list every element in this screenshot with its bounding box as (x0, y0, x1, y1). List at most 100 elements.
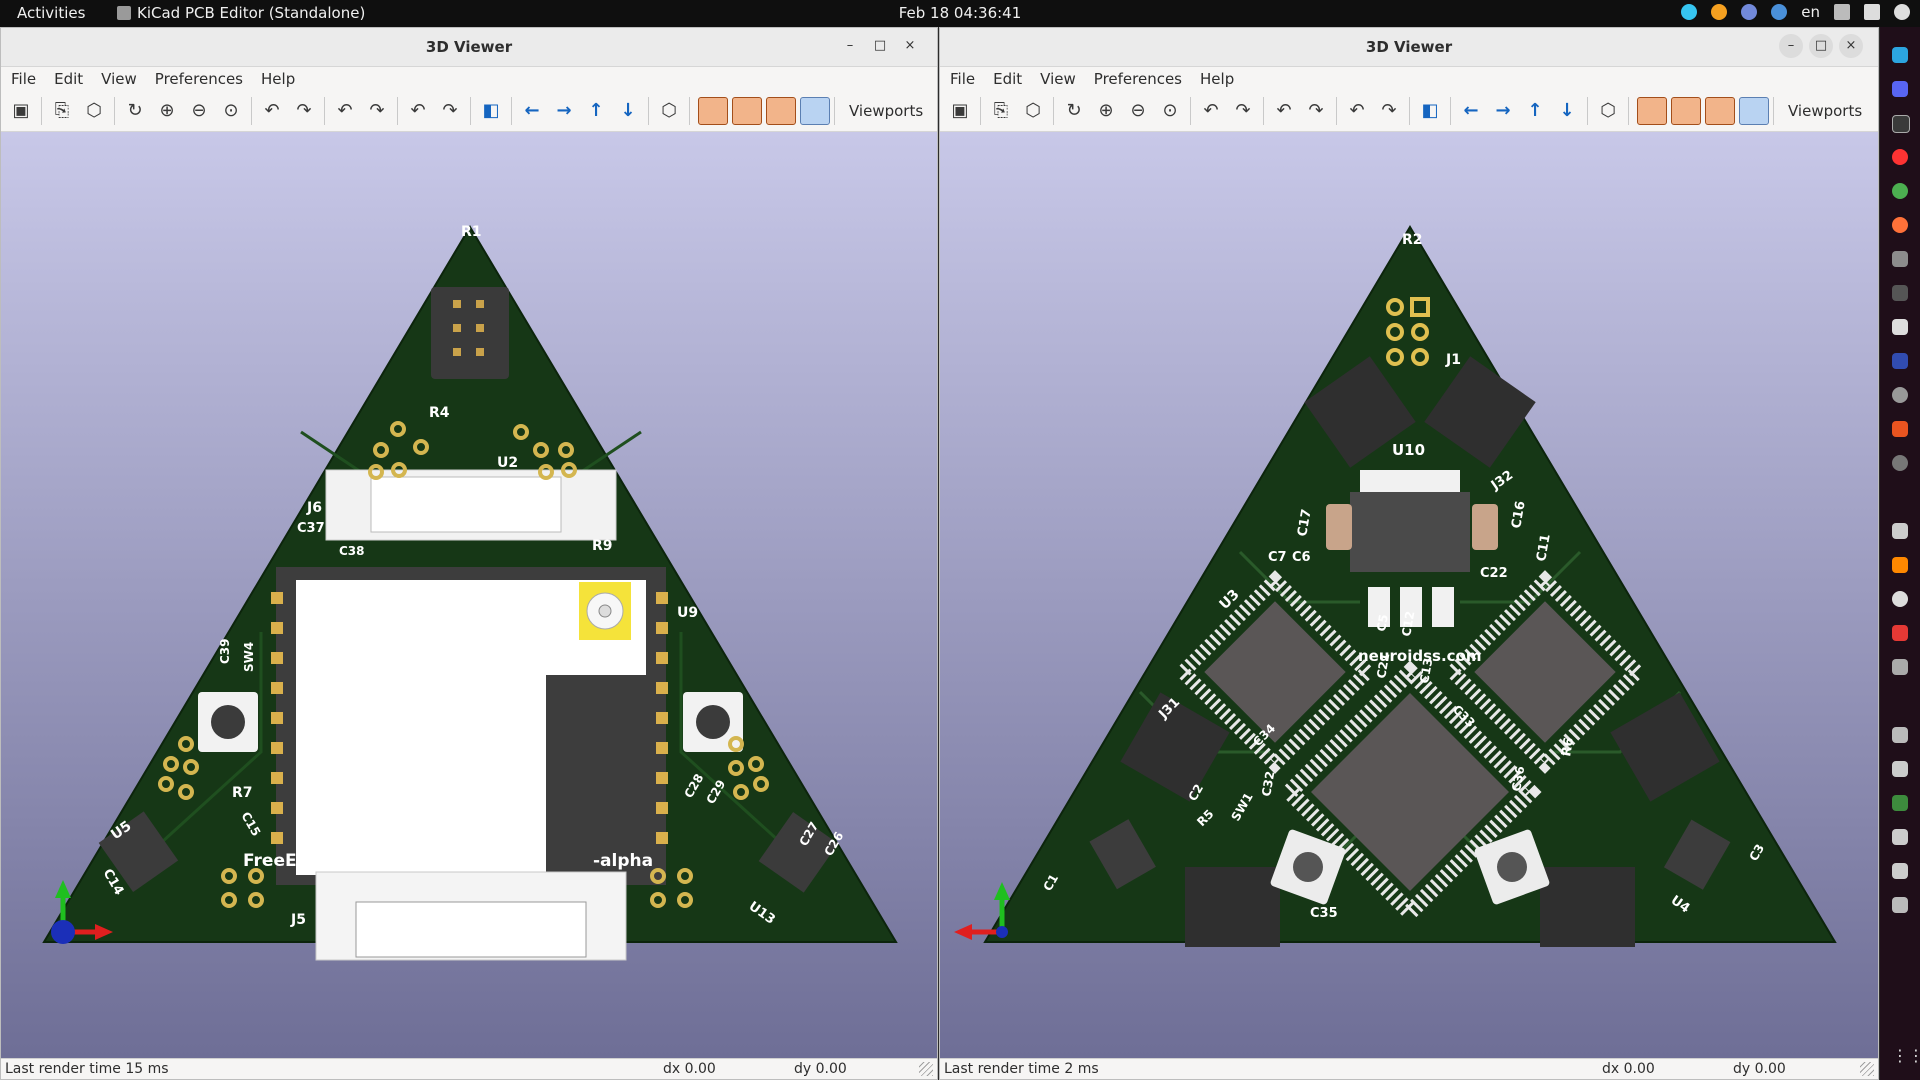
3d-canvas[interactable]: R2 J1 U10 J32 C17 C16 C11 C7 C6 C22 U3 C… (940, 132, 1878, 1060)
app-icon[interactable] (1892, 115, 1910, 133)
window-icon[interactable] (1892, 727, 1908, 743)
language-indicator[interactable]: en (1801, 3, 1820, 21)
viewer-icon[interactable] (1892, 829, 1908, 845)
maximize-button[interactable]: □ (868, 34, 892, 58)
reload-icon[interactable]: ↻ (123, 99, 147, 123)
zoom-in-icon[interactable]: ⊕ (155, 99, 179, 123)
usb-icon[interactable] (1892, 659, 1908, 675)
app-menu[interactable]: KiCad PCB Editor (Standalone) (117, 4, 365, 22)
arrow-up-icon[interactable]: ↑ (584, 99, 608, 123)
arrow-left-icon[interactable]: ← (1459, 99, 1483, 123)
disk-icon[interactable] (1892, 387, 1908, 403)
viewer-icon[interactable] (1892, 863, 1908, 879)
close-button[interactable]: × (898, 34, 922, 58)
render-smd-icon[interactable] (1671, 97, 1701, 125)
render-icon[interactable]: ▣ (9, 99, 33, 123)
zoom-fit-icon[interactable]: ⊙ (219, 99, 243, 123)
menu-file[interactable]: File (950, 70, 975, 88)
menu-view[interactable]: View (1040, 70, 1076, 88)
pcb-editor-icon[interactable] (1892, 795, 1908, 811)
app-icon[interactable] (1892, 897, 1908, 913)
menu-help[interactable]: Help (1200, 70, 1234, 88)
menu-preferences[interactable]: Preferences (155, 70, 243, 88)
render-pos-icon[interactable] (800, 97, 830, 125)
arrow-up-icon[interactable]: ↑ (1523, 99, 1547, 123)
rotate-z-ccw-icon[interactable]: ↷ (438, 99, 462, 123)
rotate-y-cw-icon[interactable]: ↶ (333, 99, 357, 123)
3d-canvas[interactable]: R1 R4 U2 J6 C37 C38 R9 U9 C39 SW4 R7 C15… (1, 132, 937, 1060)
show-apps-icon[interactable]: ⋮⋮ (1892, 1048, 1920, 1064)
flip-icon[interactable]: ◧ (479, 99, 503, 123)
board-icon[interactable]: ⬡ (1021, 99, 1045, 123)
clock[interactable]: Feb 18 04:36:41 (899, 4, 1022, 22)
menu-preferences[interactable]: Preferences (1094, 70, 1182, 88)
kicad-icon[interactable] (1892, 353, 1908, 369)
power-icon[interactable] (1894, 4, 1910, 20)
arrow-down-icon[interactable]: ↓ (616, 99, 640, 123)
arrow-down-icon[interactable]: ↓ (1555, 99, 1579, 123)
terminal-icon[interactable] (1892, 285, 1908, 301)
telegram-icon[interactable] (1892, 47, 1908, 63)
arrow-right-icon[interactable]: → (552, 99, 576, 123)
resize-grip[interactable] (1860, 1062, 1874, 1076)
maximize-button[interactable]: □ (1809, 34, 1833, 58)
render-smd-icon[interactable] (732, 97, 762, 125)
minimize-button[interactable]: – (1779, 34, 1803, 58)
software-icon[interactable] (1892, 421, 1908, 437)
flip-icon[interactable]: ◧ (1418, 99, 1442, 123)
rotate-y-cw-icon[interactable]: ↶ (1272, 99, 1296, 123)
rotate-x-ccw-icon[interactable]: ↷ (292, 99, 316, 123)
activities-button[interactable]: Activities (17, 4, 85, 22)
arrow-right-icon[interactable]: → (1491, 99, 1515, 123)
zoom-out-icon[interactable]: ⊖ (187, 99, 211, 123)
zoom-fit-icon[interactable]: ⊙ (1158, 99, 1182, 123)
gimp-icon[interactable] (1892, 455, 1908, 471)
menu-view[interactable]: View (101, 70, 137, 88)
zoom-in-icon[interactable]: ⊕ (1094, 99, 1118, 123)
render-virtual-icon[interactable] (1705, 97, 1735, 125)
rotate-x-ccw-icon[interactable]: ↷ (1231, 99, 1255, 123)
rotate-y-ccw-icon[interactable]: ↷ (365, 99, 389, 123)
resize-grip[interactable] (919, 1062, 933, 1076)
updates-icon[interactable] (1711, 4, 1728, 20)
rotate-z-ccw-icon[interactable]: ↷ (1377, 99, 1401, 123)
discord-icon[interactable] (1741, 4, 1758, 20)
menu-file[interactable]: File (11, 70, 36, 88)
menu-edit[interactable]: Edit (993, 70, 1022, 88)
render-pos-icon[interactable] (1739, 97, 1769, 125)
menu-edit[interactable]: Edit (54, 70, 83, 88)
minimize-button[interactable]: – (838, 34, 862, 58)
ortho-icon[interactable]: ⬡ (657, 99, 681, 123)
viewports-dropdown[interactable]: Viewports (849, 102, 923, 120)
rotate-y-ccw-icon[interactable]: ↷ (1304, 99, 1328, 123)
firefox-icon[interactable] (1892, 217, 1908, 233)
calculator-icon[interactable] (1892, 523, 1908, 539)
render-tht-icon[interactable] (1637, 97, 1667, 125)
arrow-left-icon[interactable]: ← (520, 99, 544, 123)
discord-icon[interactable] (1892, 81, 1908, 97)
browser-icon[interactable] (1771, 4, 1788, 20)
rotate-z-cw-icon[interactable]: ↶ (406, 99, 430, 123)
window-icon[interactable] (1892, 761, 1908, 777)
zoom-out-icon[interactable]: ⊖ (1126, 99, 1150, 123)
network-icon[interactable] (1834, 4, 1850, 20)
board-icon[interactable]: ⬡ (82, 99, 106, 123)
ortho-icon[interactable]: ⬡ (1596, 99, 1620, 123)
rotate-z-cw-icon[interactable]: ↶ (1345, 99, 1369, 123)
settings-icon[interactable] (1892, 591, 1908, 607)
render-virtual-icon[interactable] (766, 97, 796, 125)
yandex-icon[interactable] (1892, 149, 1908, 165)
vlc-icon[interactable] (1892, 557, 1908, 573)
render-tht-icon[interactable] (698, 97, 728, 125)
rotate-x-cw-icon[interactable]: ↶ (260, 99, 284, 123)
volume-icon[interactable] (1864, 4, 1880, 20)
reload-icon[interactable]: ↻ (1062, 99, 1086, 123)
rotate-x-cw-icon[interactable]: ↶ (1199, 99, 1223, 123)
editor-icon[interactable] (1892, 319, 1908, 335)
slack-icon[interactable] (1681, 4, 1698, 20)
files-icon[interactable] (1892, 251, 1908, 267)
chrome-icon[interactable] (1892, 183, 1908, 199)
copy-icon[interactable]: ⎘ (50, 99, 74, 123)
copy-icon[interactable]: ⎘ (989, 99, 1013, 123)
app-icon-red[interactable] (1892, 625, 1908, 641)
